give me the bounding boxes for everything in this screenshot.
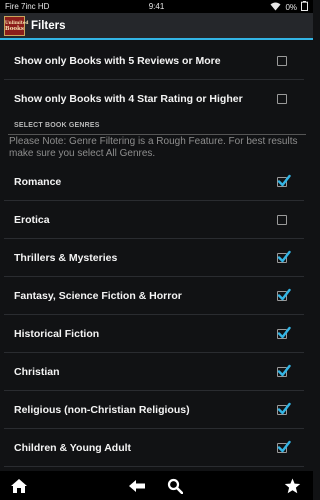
genre-label: Fantasy, Science Fiction & Horror xyxy=(14,289,182,302)
genres-section-header: SELECT BOOK GENRES xyxy=(14,122,100,129)
genre-row-religious[interactable]: Religious (non-Christian Religious) xyxy=(4,391,304,429)
battery-percent: 0% xyxy=(285,2,297,12)
genre-row-thrillers[interactable]: Thrillers & Mysteries xyxy=(4,239,304,277)
checkbox-checked[interactable] xyxy=(277,250,291,263)
genre-row-romance[interactable]: Romance xyxy=(4,163,304,201)
genre-label: Historical Fiction xyxy=(14,327,100,340)
genre-note: Please Note: Genre Filtering is a Rough … xyxy=(9,136,298,159)
wifi-icon xyxy=(270,2,281,13)
genre-row-fantasy[interactable]: Fantasy, Science Fiction & Horror xyxy=(4,277,304,315)
logo-text-line-2: Books xyxy=(5,25,24,32)
checkbox[interactable] xyxy=(277,55,287,66)
favorites-icon[interactable] xyxy=(282,476,302,496)
section-divider xyxy=(8,134,306,135)
home-icon[interactable] xyxy=(9,476,29,496)
checkbox[interactable] xyxy=(277,214,287,225)
back-icon[interactable] xyxy=(127,476,147,496)
genre-label: Romance xyxy=(14,175,62,188)
genre-row-historical[interactable]: Historical Fiction xyxy=(4,315,304,353)
genre-label: Children & Young Adult xyxy=(14,441,132,454)
nav-bar xyxy=(0,471,313,500)
checkbox-checked[interactable] xyxy=(277,364,291,377)
filter-row-min-reviews[interactable]: Show only Books with 5 Reviews or More xyxy=(4,42,304,80)
checkbox-checked[interactable] xyxy=(277,440,291,453)
logo-text-line-1: Unlimited xyxy=(5,19,29,25)
genre-row-erotica[interactable]: Erotica xyxy=(4,201,304,239)
genre-row-christian[interactable]: Christian xyxy=(4,353,304,391)
status-bar: Fire 7inc HD 9:41 0% xyxy=(0,0,313,13)
genre-label: Christian xyxy=(14,365,60,378)
action-bar: Unlimited Books Filters xyxy=(0,13,313,40)
checkbox-checked[interactable] xyxy=(277,326,291,339)
genre-row-children[interactable]: Children & Young Adult xyxy=(4,429,304,467)
status-indicators: 0% xyxy=(270,1,308,13)
filter-label: Show only Books with 4 Star Rating or Hi… xyxy=(14,93,243,105)
search-icon[interactable] xyxy=(165,476,185,496)
genre-label: Religious (non-Christian Religious) xyxy=(14,403,190,416)
genre-label: Erotica xyxy=(14,213,50,226)
filter-row-min-rating[interactable]: Show only Books with 4 Star Rating or Hi… xyxy=(4,80,304,118)
checkbox-checked[interactable] xyxy=(277,174,291,187)
filters-list[interactable]: Show only Books with 5 Reviews or More S… xyxy=(0,42,313,471)
app-logo[interactable]: Unlimited Books xyxy=(4,15,29,36)
checkbox[interactable] xyxy=(277,94,287,104)
checkbox-checked[interactable] xyxy=(277,402,291,415)
genre-label: Thrillers & Mysteries xyxy=(14,251,118,264)
battery-icon xyxy=(301,1,308,13)
status-time: 9:41 xyxy=(148,2,165,11)
checkbox-checked[interactable] xyxy=(277,288,291,301)
filter-label: Show only Books with 5 Reviews or More xyxy=(14,54,221,67)
page-title: Filters xyxy=(31,19,66,32)
